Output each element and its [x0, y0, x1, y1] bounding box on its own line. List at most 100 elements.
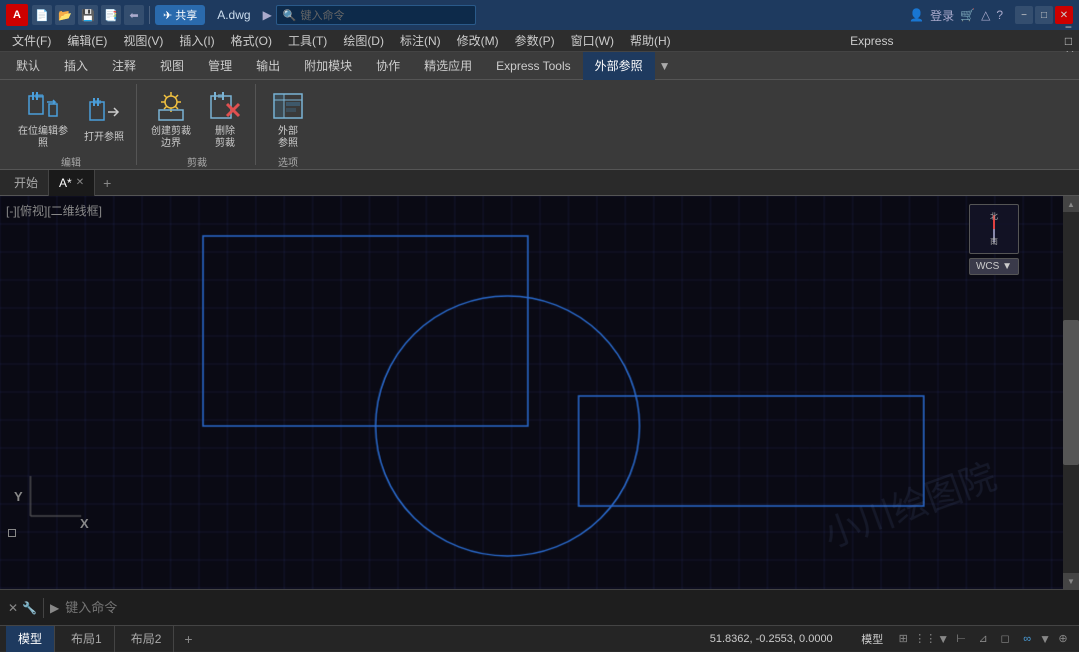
- tab-addons[interactable]: 附加模块: [292, 52, 364, 80]
- tab-collaborate[interactable]: 协作: [364, 52, 412, 80]
- open-ref-button[interactable]: 打开参照: [78, 90, 130, 148]
- command-bar: ✕ 🔧 ▶: [0, 589, 1079, 625]
- save-as-icon[interactable]: 📑: [101, 5, 121, 25]
- tab-default[interactable]: 默认: [4, 52, 52, 80]
- tab-manage[interactable]: 管理: [196, 52, 244, 80]
- share-icon: ✈: [163, 9, 172, 22]
- tab-view[interactable]: 视图: [148, 52, 196, 80]
- origin-dot: [8, 529, 16, 537]
- canvas-wrapper[interactable]: [-][俯视][二维线框] WCS ▼ 小川绘图院 Y X ▲: [0, 196, 1079, 589]
- external-ref-panel-button[interactable]: 外部参照: [264, 84, 312, 154]
- external-ref-label: 外部参照: [278, 126, 298, 150]
- menu-express[interactable]: Express: [842, 34, 901, 48]
- menu-file[interactable]: 文件(F): [4, 30, 59, 52]
- status-tab-layout2[interactable]: 布局2: [119, 626, 175, 652]
- child-minimize-button[interactable]: −: [1065, 20, 1075, 34]
- canvas-view-label: [-][俯视][二维线框]: [6, 202, 102, 219]
- menu-params[interactable]: 参数(P): [507, 30, 563, 52]
- tab-annotation[interactable]: 注释: [100, 52, 148, 80]
- compass-area: WCS ▼: [969, 204, 1019, 275]
- status-tab-layout1[interactable]: 布局1: [59, 626, 115, 652]
- in-place-edit-button[interactable]: 在位编辑参照: [12, 84, 74, 154]
- menu-edit[interactable]: 编辑(E): [59, 30, 115, 52]
- compass-inner: [976, 211, 1012, 247]
- ortho-toggle[interactable]: ⊢: [951, 629, 971, 649]
- command-input[interactable]: [65, 600, 1071, 615]
- tab-featured[interactable]: 精选应用: [412, 52, 484, 80]
- menu-view[interactable]: 视图(V): [115, 30, 171, 52]
- save-icon[interactable]: 💾: [78, 5, 98, 25]
- scroll-track[interactable]: [1063, 212, 1079, 573]
- wcs-button[interactable]: WCS ▼: [969, 258, 1019, 275]
- login-icon: 👤: [909, 8, 924, 22]
- title-right-icons: 👤 登录 🛒 △ ?: [909, 7, 1003, 24]
- nav-icon[interactable]: ⬅: [124, 5, 144, 25]
- tab-add-button[interactable]: +: [95, 175, 119, 191]
- restore-button[interactable]: □: [1035, 6, 1053, 24]
- grid-toggle[interactable]: ⊞: [893, 629, 913, 649]
- document-tab-bar: 开始 A* ✕ +: [0, 170, 1079, 196]
- vertical-scrollbar[interactable]: ▲ ▼: [1063, 196, 1079, 589]
- tab-drawing[interactable]: A* ✕: [49, 170, 95, 196]
- app-logo: A: [6, 4, 28, 26]
- delete-clip-button[interactable]: 删除剪裁: [201, 84, 249, 154]
- menu-dimension[interactable]: 标注(N): [392, 30, 449, 52]
- title-bar: A 📄 📂 💾 📑 ⬅ ✈ 共享 A.dwg ▶ 🔍 键入命令 👤 登录 🛒 △…: [0, 0, 1079, 30]
- ribbon-group-clip: 创建剪裁边界 删除剪裁: [139, 84, 256, 165]
- cmd-separator: [43, 598, 44, 618]
- menu-tools[interactable]: 工具(T): [280, 30, 335, 52]
- menu-draw[interactable]: 绘图(D): [335, 30, 392, 52]
- ribbon-group-edit-content: 在位编辑参照 打开参照: [12, 84, 130, 154]
- triangle-icon: △: [981, 8, 990, 22]
- login-label[interactable]: 登录: [930, 7, 954, 24]
- polar-toggle[interactable]: ⊿: [973, 629, 993, 649]
- otrack-toggle[interactable]: ∞: [1017, 629, 1037, 649]
- snap-toggle[interactable]: ⋮⋮: [915, 629, 935, 649]
- tab-insert[interactable]: 插入: [52, 52, 100, 80]
- status-tab-model[interactable]: 模型: [6, 626, 55, 652]
- status-dropdown2[interactable]: ▼: [1039, 632, 1051, 646]
- tab-drawing-close[interactable]: ✕: [76, 177, 84, 188]
- group-options-label: 选项: [278, 154, 298, 171]
- status-icons: ⊞ ⋮⋮ ▼ ⊢ ⊿ ◻ ∞ ▼ ⊕: [893, 629, 1073, 649]
- tab-output[interactable]: 输出: [244, 52, 292, 80]
- tab-start-label: 开始: [14, 174, 38, 191]
- osnap-toggle[interactable]: ◻: [995, 629, 1015, 649]
- menu-format[interactable]: 格式(O): [223, 30, 280, 52]
- scroll-down-button[interactable]: ▼: [1063, 573, 1079, 589]
- status-tab-add[interactable]: +: [178, 631, 198, 647]
- status-mode-label: 模型: [855, 631, 889, 647]
- drawing-canvas[interactable]: [0, 196, 1079, 589]
- x-axis-label: X: [80, 516, 89, 531]
- tab-start[interactable]: 开始: [4, 170, 49, 196]
- search-box[interactable]: 🔍 键入命令: [276, 5, 476, 25]
- ribbon-group-options-content: 外部参照: [264, 84, 312, 154]
- group-edit-label: 编辑: [61, 154, 81, 171]
- menu-insert[interactable]: 插入(I): [171, 30, 222, 52]
- minimize-button[interactable]: −: [1015, 6, 1033, 24]
- scroll-up-button[interactable]: ▲: [1063, 196, 1079, 212]
- cart-icon: 🛒: [960, 8, 975, 22]
- in-place-edit-icon: [25, 88, 61, 124]
- ribbon-group-options: 外部参照 选项: [258, 84, 318, 165]
- ucs-toggle[interactable]: ⊕: [1053, 629, 1073, 649]
- create-clip-button[interactable]: 创建剪裁边界: [145, 84, 197, 154]
- ribbon-tab-more[interactable]: ▼: [659, 59, 671, 73]
- group-clip-label: 剪裁: [187, 154, 207, 171]
- menu-modify[interactable]: 修改(M): [449, 30, 507, 52]
- menu-window[interactable]: 窗口(W): [563, 30, 622, 52]
- share-button[interactable]: ✈ 共享: [155, 5, 205, 25]
- help-icon[interactable]: ?: [996, 8, 1003, 22]
- open-file-icon[interactable]: 📂: [55, 5, 75, 25]
- create-clip-label: 创建剪裁边界: [151, 126, 191, 150]
- scroll-thumb[interactable]: [1063, 320, 1079, 464]
- cmd-wrench-icon[interactable]: 🔧: [22, 601, 37, 615]
- status-bar: 模型 布局1 布局2 + 51.8362, -0.2553, 0.0000 模型…: [0, 625, 1079, 651]
- new-icon[interactable]: 📄: [32, 5, 52, 25]
- cmd-settings-icon[interactable]: ✕: [8, 601, 18, 615]
- tab-express-tools[interactable]: Express Tools: [484, 52, 582, 80]
- child-restore-button[interactable]: □: [1065, 34, 1075, 48]
- tab-external-ref[interactable]: 外部参照: [583, 52, 655, 80]
- menu-help[interactable]: 帮助(H): [622, 30, 679, 52]
- status-dropdown1[interactable]: ▼: [937, 632, 949, 646]
